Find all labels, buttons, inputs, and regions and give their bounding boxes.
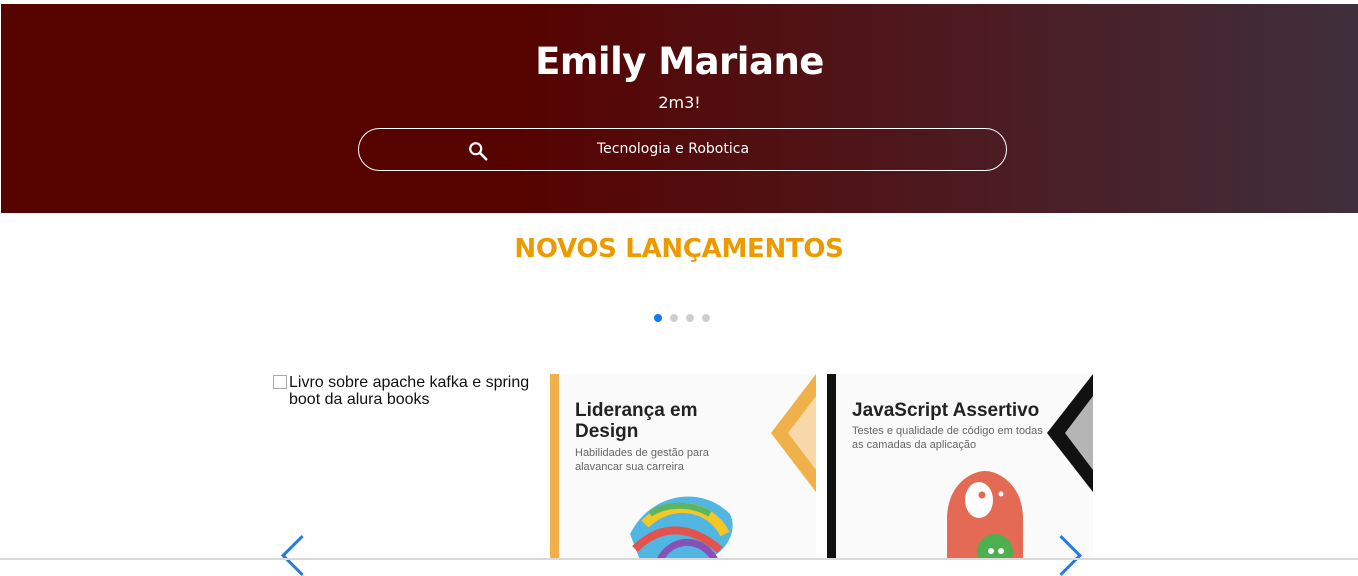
book-title: Liderança em Design — [575, 400, 698, 442]
book-image-alt: Livro sobre apache kafka e spring boot d… — [289, 374, 530, 408]
carousel-dot-1[interactable] — [654, 314, 662, 322]
book-card-lideranca[interactable]: Liderança em Design Habilidades de gestã… — [550, 374, 816, 560]
book-carousel: Livro sobre apache kafka e spring boot d… — [273, 374, 1093, 560]
search-icon[interactable] — [467, 140, 489, 162]
section-title: NOVOS LANÇAMENTOS — [514, 234, 844, 264]
carousel-pagination — [654, 314, 710, 322]
carousel-dot-2[interactable] — [670, 314, 678, 322]
book-card-kafka[interactable]: Livro sobre apache kafka e spring boot d… — [273, 374, 533, 560]
page-subtitle: 2m3! — [658, 93, 701, 112]
search-bar[interactable]: Tecnologia e Robotica — [358, 128, 1007, 171]
carousel-dot-4[interactable] — [702, 314, 710, 322]
hero-header: Emily Mariane 2m3! Tecnologia e Robotica — [1, 4, 1358, 213]
page-title: Emily Mariane — [535, 40, 824, 83]
book-card-javascript[interactable]: JavaScript Assertivo Testes e qualidade … — [827, 374, 1093, 560]
carousel-dot-3[interactable] — [686, 314, 694, 322]
book-subtitle: Testes e qualidade de código em todas as… — [852, 425, 1043, 451]
book-subtitle: Habilidades de gestão para alavancar sua… — [575, 447, 709, 473]
book-title: JavaScript Assertivo — [852, 400, 1040, 421]
broken-image-icon — [273, 375, 287, 389]
search-input[interactable]: Tecnologia e Robotica — [597, 141, 749, 157]
